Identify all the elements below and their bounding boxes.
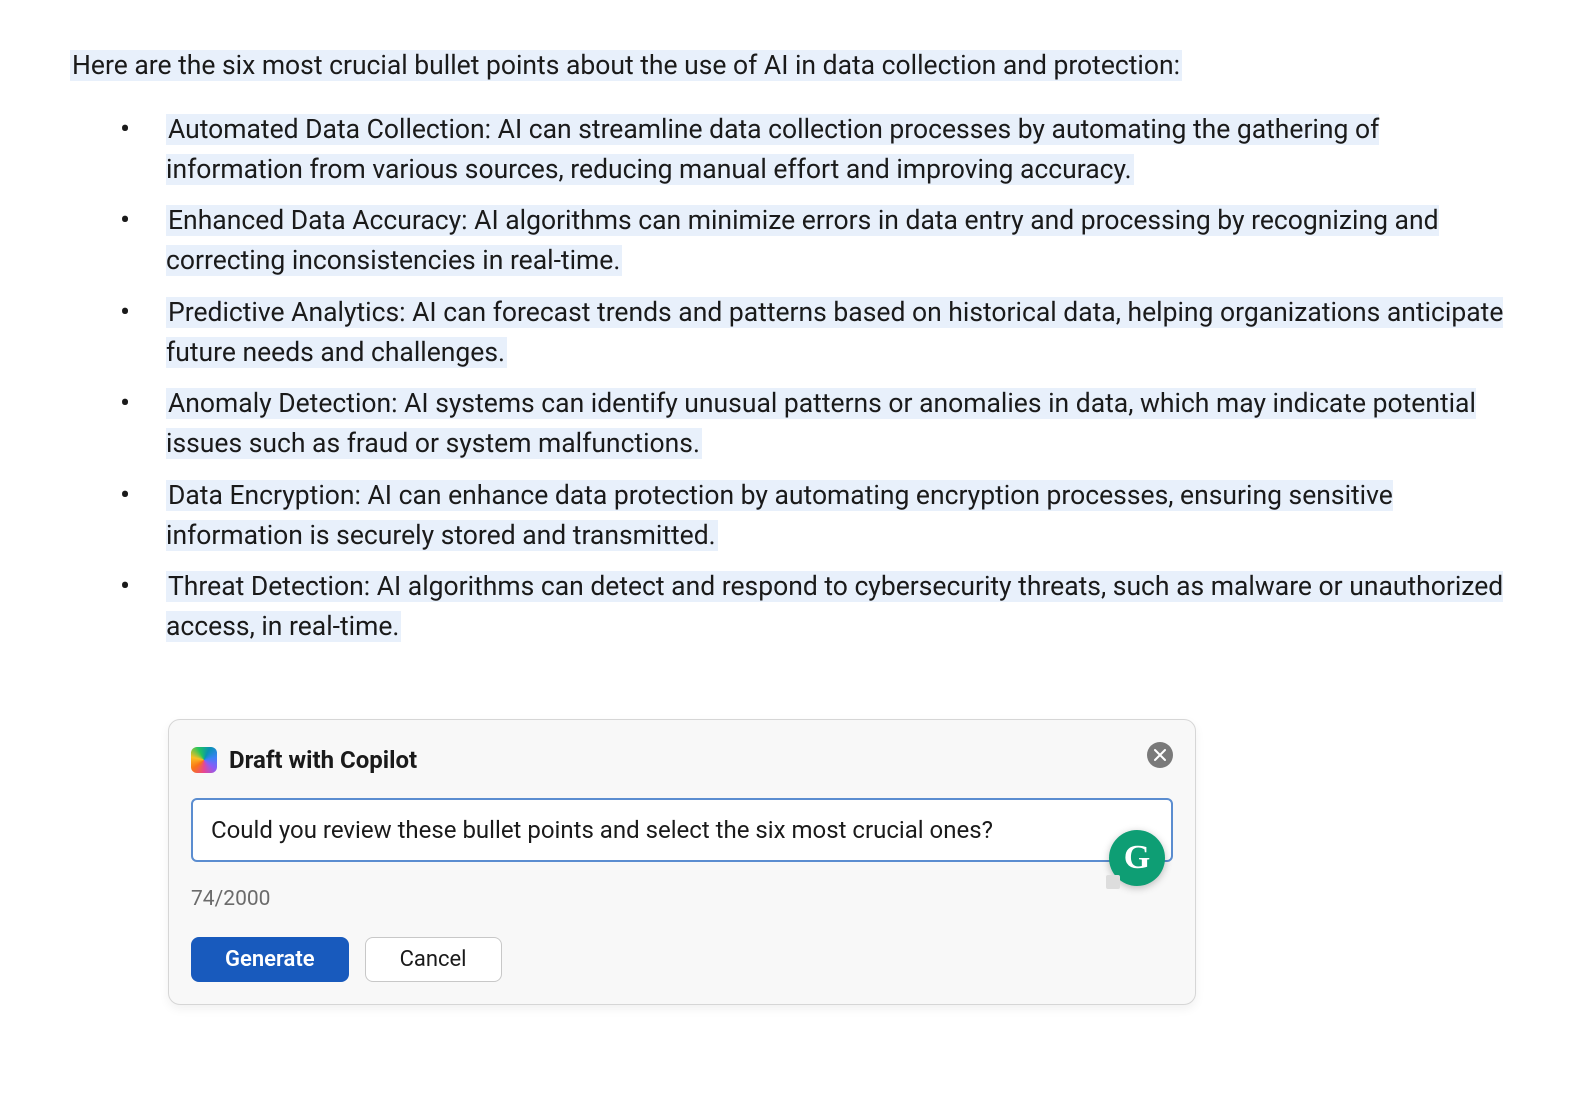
copilot-icon (191, 747, 217, 773)
intro-text: Here are the six most crucial bullet poi… (70, 50, 1182, 81)
prompt-input[interactable] (191, 798, 1173, 862)
close-button[interactable] (1147, 742, 1173, 768)
bullet-text: Predictive Analytics: AI can forecast tr… (166, 297, 1503, 368)
copilot-title: Draft with Copilot (229, 742, 417, 778)
document-content: Here are the six most crucial bullet poi… (70, 46, 1518, 1005)
button-row: Generate Cancel (191, 937, 1173, 982)
bullet-text: Automated Data Collection: AI can stream… (166, 114, 1379, 185)
list-item[interactable]: Enhanced Data Accuracy: AI algorithms ca… (120, 201, 1518, 281)
bullet-text: Anomaly Detection: AI systems can identi… (166, 388, 1476, 459)
grammarly-icon: G (1124, 832, 1150, 883)
bullet-list: Automated Data Collection: AI can stream… (70, 110, 1518, 647)
copilot-header: Draft with Copilot (191, 742, 1173, 778)
list-item[interactable]: Predictive Analytics: AI can forecast tr… (120, 293, 1518, 373)
intro-paragraph[interactable]: Here are the six most crucial bullet poi… (70, 46, 1518, 86)
char-count: 74/2000 (191, 884, 1173, 916)
list-item[interactable]: Threat Detection: AI algorithms can dete… (120, 567, 1518, 647)
list-item[interactable]: Data Encryption: AI can enhance data pro… (120, 476, 1518, 556)
bullet-text: Threat Detection: AI algorithms can dete… (166, 571, 1503, 642)
copilot-panel: Draft with Copilot G 74/2000 Generate Ca… (168, 719, 1196, 1006)
list-item[interactable]: Automated Data Collection: AI can stream… (120, 110, 1518, 190)
bullet-text: Data Encryption: AI can enhance data pro… (166, 480, 1393, 551)
list-item[interactable]: Anomaly Detection: AI systems can identi… (120, 384, 1518, 464)
generate-button[interactable]: Generate (191, 937, 349, 982)
cancel-button[interactable]: Cancel (365, 937, 502, 982)
grammarly-badge[interactable]: G (1109, 830, 1165, 886)
close-icon (1154, 749, 1166, 761)
bullet-text: Enhanced Data Accuracy: AI algorithms ca… (166, 205, 1439, 276)
